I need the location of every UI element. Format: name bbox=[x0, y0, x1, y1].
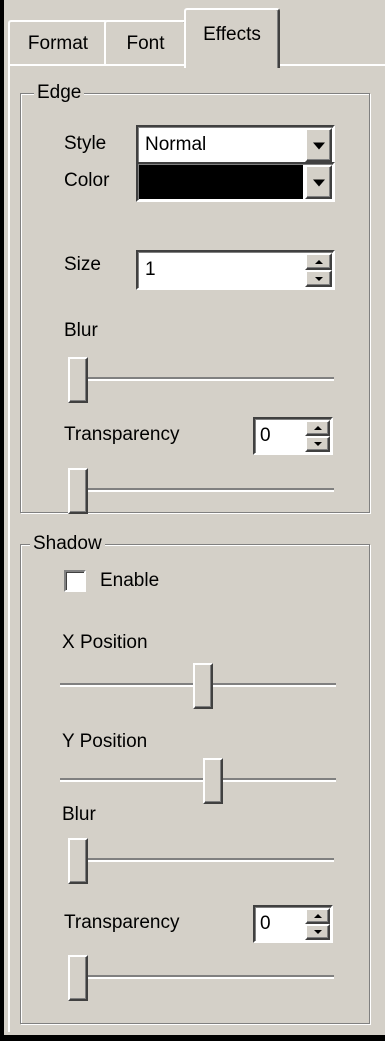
edge-style-dropdown[interactable]: Normal bbox=[136, 125, 335, 165]
shadow-transparency-spinner[interactable]: 0 bbox=[253, 905, 333, 943]
shadow-enable-checkbox[interactable] bbox=[64, 570, 86, 592]
edge-transparency-decrement[interactable] bbox=[305, 436, 330, 452]
edge-color-swatch bbox=[139, 165, 303, 199]
spin-up-icon bbox=[313, 914, 322, 918]
shadow-transparency-slider[interactable] bbox=[68, 955, 334, 1001]
slider-thumb[interactable] bbox=[203, 758, 224, 804]
spin-up-icon bbox=[313, 426, 322, 430]
tab-format-label: Format bbox=[27, 33, 89, 54]
tab-effects[interactable]: Effects bbox=[184, 8, 280, 68]
shadow-transparency-value: 0 bbox=[260, 913, 271, 934]
edge-color-dropdown-button[interactable] bbox=[305, 165, 332, 199]
edge-color-picker[interactable] bbox=[136, 162, 335, 202]
edge-size-label: Size bbox=[64, 254, 101, 275]
spin-down-icon bbox=[313, 442, 322, 446]
tab-font[interactable]: Font bbox=[104, 20, 187, 66]
edge-color-label: Color bbox=[64, 170, 110, 191]
edge-transparency-label: Transparency bbox=[64, 424, 180, 445]
edge-blur-slider[interactable] bbox=[68, 357, 334, 403]
shadow-group bbox=[20, 544, 370, 1024]
slider-thumb[interactable] bbox=[193, 663, 214, 709]
slider-track bbox=[68, 377, 334, 381]
shadow-blur-slider[interactable] bbox=[68, 838, 334, 884]
slider-track bbox=[68, 858, 334, 862]
shadow-transparency-decrement[interactable] bbox=[305, 924, 330, 940]
edge-style-value: Normal bbox=[145, 134, 207, 155]
slider-track bbox=[60, 778, 336, 782]
edge-size-value: 1 bbox=[145, 259, 156, 280]
edge-style-label: Style bbox=[64, 133, 107, 154]
shadow-x-position-label: X Position bbox=[62, 632, 148, 653]
edge-size-increment[interactable] bbox=[305, 253, 332, 270]
edge-blur-label: Blur bbox=[64, 320, 98, 341]
edge-transparency-spinner[interactable]: 0 bbox=[253, 417, 333, 455]
slider-thumb[interactable] bbox=[68, 357, 88, 403]
spin-down-icon bbox=[313, 930, 322, 934]
edge-group-title: Edge bbox=[34, 82, 85, 104]
window-frame-left bbox=[0, 0, 4, 1041]
edge-transparency-increment[interactable] bbox=[305, 420, 330, 436]
shadow-transparency-label: Transparency bbox=[64, 912, 180, 933]
shadow-y-position-slider[interactable] bbox=[60, 734, 336, 804]
slider-thumb[interactable] bbox=[68, 838, 88, 884]
tab-effects-label: Effects bbox=[203, 24, 261, 45]
chevron-down-icon bbox=[312, 142, 325, 150]
window-frame-bottom bbox=[0, 1035, 385, 1041]
edge-transparency-slider[interactable] bbox=[68, 468, 334, 514]
edge-size-spinner[interactable]: 1 bbox=[136, 250, 335, 290]
spin-up-icon bbox=[314, 259, 323, 264]
slider-track bbox=[68, 975, 334, 979]
tab-format[interactable]: Format bbox=[8, 20, 108, 66]
slider-track bbox=[68, 488, 334, 492]
slider-thumb[interactable] bbox=[68, 468, 88, 514]
shadow-enable-label[interactable]: Enable bbox=[100, 570, 159, 592]
slider-thumb[interactable] bbox=[68, 955, 88, 1001]
chevron-down-icon bbox=[312, 179, 325, 187]
shadow-x-position-slider[interactable] bbox=[60, 663, 336, 709]
tab-font-label: Font bbox=[126, 33, 165, 54]
shadow-transparency-increment[interactable] bbox=[305, 908, 330, 924]
edge-size-decrement[interactable] bbox=[305, 270, 332, 287]
edge-style-dropdown-button[interactable] bbox=[305, 128, 332, 162]
edge-transparency-value: 0 bbox=[260, 425, 271, 446]
shadow-blur-label: Blur bbox=[62, 804, 96, 825]
spin-down-icon bbox=[314, 276, 323, 281]
shadow-group-title: Shadow bbox=[30, 533, 105, 555]
